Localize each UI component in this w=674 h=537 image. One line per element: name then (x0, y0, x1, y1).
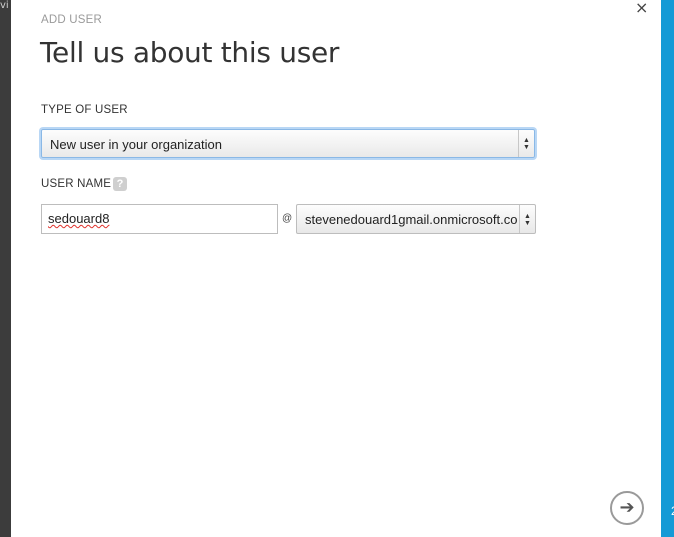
page-title: Tell us about this user (40, 36, 340, 69)
user-name-label: USER NAME (41, 178, 112, 190)
background-left-panel: vi (0, 0, 11, 537)
close-icon[interactable]: × (635, 0, 649, 16)
next-arrow-button[interactable]: ➔ (610, 491, 644, 525)
background-right-panel: 2 (661, 0, 674, 537)
user-name-input[interactable]: sedouard8 (41, 204, 278, 234)
app-root: vi 2 × ADD USER Tell us about this user … (0, 0, 674, 537)
up-down-arrows-icon: ▲ ▼ (518, 130, 534, 157)
user-name-value: sedouard8 (48, 211, 110, 226)
help-icon[interactable]: ? (113, 177, 127, 191)
type-of-user-value: New user in your organization (50, 137, 222, 152)
type-of-user-label: TYPE OF USER (41, 104, 128, 116)
type-of-user-select[interactable]: New user in your organization ▲ ▼ (41, 129, 535, 158)
domain-value: stevenedouard1gmail.onmicrosoft.com (305, 212, 517, 227)
domain-select[interactable]: stevenedouard1gmail.onmicrosoft.com ▲ ▼ (296, 204, 536, 234)
add-user-dialog: × ADD USER Tell us about this user TYPE … (11, 0, 661, 537)
at-sign: @ (282, 213, 293, 224)
background-text-fragment: vi (0, 0, 9, 11)
up-down-arrows-icon: ▲ ▼ (519, 205, 535, 233)
dialog-header-label: ADD USER (41, 14, 103, 26)
